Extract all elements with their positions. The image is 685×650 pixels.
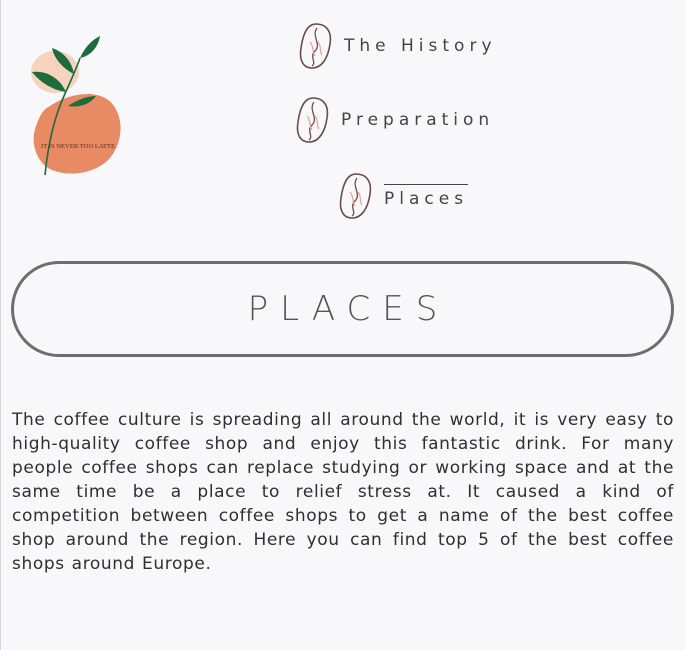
nav-link-preparation[interactable]: Preparation (293, 94, 494, 146)
nav-label: Preparation (341, 110, 495, 130)
left-edge-divider (0, 0, 1, 650)
logo-tagline: IT IS NEVER TOO LATTE (41, 143, 115, 150)
nav-label: The History (344, 36, 497, 56)
intro-paragraph: The coffee culture is spreading all arou… (12, 410, 674, 574)
coffee-bean-icon (296, 97, 329, 143)
page-title-banner: Places (11, 261, 674, 357)
nav-link-places[interactable]: Places (336, 170, 469, 222)
nav-link-the-history[interactable]: The History (296, 20, 497, 72)
site-logo[interactable]: IT IS NEVER TOO LATTE (22, 30, 132, 180)
page-title: Places (247, 289, 450, 329)
logo-leaf (80, 36, 100, 58)
coffee-bean-icon (339, 173, 372, 219)
coffee-bean-icon (299, 23, 332, 69)
nav-label: Places (384, 183, 469, 209)
